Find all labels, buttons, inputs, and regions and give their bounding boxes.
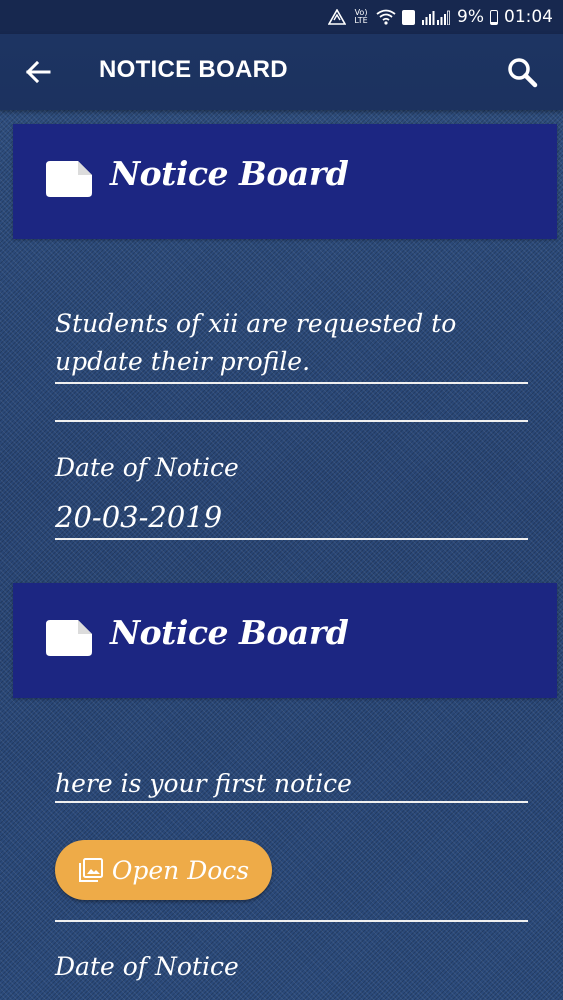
- sim-badge: 2: [402, 9, 416, 25]
- divider: [55, 382, 528, 384]
- data-sync-icon: [328, 9, 347, 25]
- divider: [55, 801, 528, 803]
- date-value: 20-03-2019: [55, 500, 223, 534]
- open-docs-button[interactable]: Open Docs: [55, 840, 272, 900]
- divider: [55, 538, 528, 540]
- notice-text: here is your first notice: [55, 769, 352, 798]
- notice-card-title: Notice Board: [110, 613, 349, 652]
- signal-icon: [421, 9, 451, 25]
- clock: 01:04: [504, 7, 553, 27]
- note-icon: [46, 620, 92, 656]
- image-icon: [78, 858, 103, 882]
- divider: [55, 420, 528, 422]
- notice-card-header: Notice Board: [13, 583, 557, 698]
- wifi-icon: [376, 9, 396, 25]
- note-icon: [46, 161, 92, 197]
- open-docs-label: Open Docs: [111, 855, 250, 885]
- app-bar: NOTICE BOARD: [0, 34, 563, 110]
- page-title: NOTICE BOARD: [99, 56, 288, 83]
- volte-indicator: Vo) LTE: [354, 8, 368, 25]
- notice-card-title: Notice Board: [110, 154, 349, 193]
- status-bar: Vo) LTE 2 9% 01:04: [0, 0, 563, 34]
- notice-card-header: Notice Board: [13, 124, 557, 239]
- search-icon: [508, 58, 538, 88]
- date-label: Date of Notice: [55, 952, 239, 981]
- back-button[interactable]: [20, 54, 56, 90]
- battery-percent: 9%: [457, 7, 484, 27]
- search-button[interactable]: [503, 53, 541, 91]
- notice-text: Students of xii are requested to update …: [55, 309, 457, 376]
- date-label: Date of Notice: [55, 453, 239, 482]
- battery-icon: [490, 9, 498, 25]
- arrow-left-icon: [25, 60, 51, 84]
- divider: [55, 920, 528, 922]
